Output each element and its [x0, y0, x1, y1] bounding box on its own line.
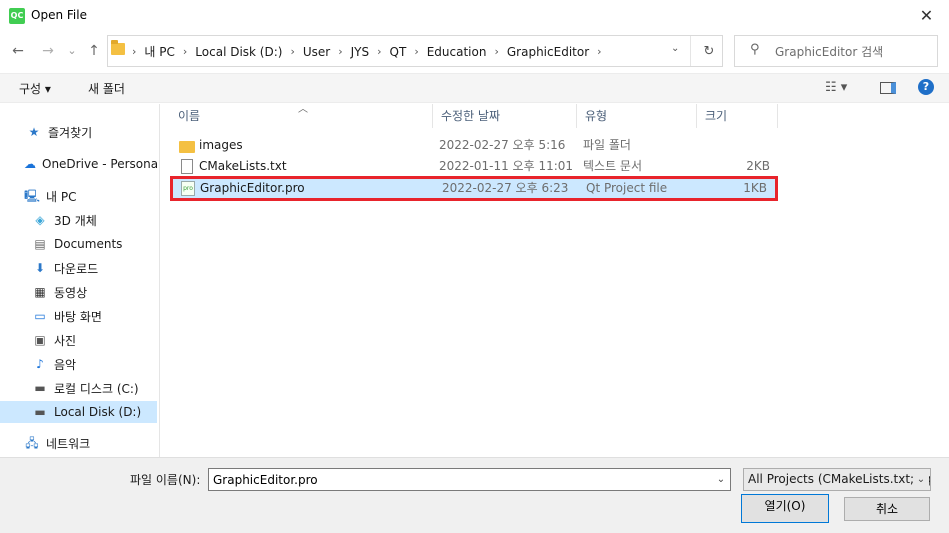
- chevron-down-icon[interactable]: ⌄: [913, 470, 929, 489]
- sidebar-item-onedrive[interactable]: ☁ OneDrive - Personal: [0, 153, 157, 175]
- chevron-down-icon[interactable]: ⌄: [712, 470, 730, 489]
- breadcrumb-item[interactable]: JYS: [351, 45, 370, 59]
- window-title: Open File: [31, 8, 87, 22]
- drive-icon: ▬: [34, 381, 46, 395]
- file-size: 2KB: [746, 159, 770, 173]
- help-icon[interactable]: ?: [918, 79, 934, 95]
- cube-icon: ◈: [35, 213, 45, 227]
- title-bar: [0, 0, 949, 32]
- sidebar-item-label: Documents: [54, 237, 123, 251]
- breadcrumb-item[interactable]: Local Disk (D:): [195, 45, 282, 59]
- sidebar-item-videos[interactable]: ▦ 동영상: [0, 281, 157, 303]
- sidebar-item-label: Local Disk (D:): [54, 405, 142, 419]
- sidebar-item-label: 즐겨찾기: [48, 125, 93, 140]
- sidebar-item-local-disk-c[interactable]: ▬ 로컬 디스크 (C:): [0, 377, 157, 399]
- star-icon: ★: [28, 125, 40, 139]
- divider: [690, 36, 691, 66]
- file-row[interactable]: images 2022-02-27 오후 5:16 파일 폴더: [172, 135, 776, 156]
- network-icon: 🖧: [25, 436, 39, 450]
- file-name: GraphicEditor.pro: [200, 181, 305, 195]
- close-icon[interactable]: ✕: [904, 0, 949, 32]
- file-size: 1KB: [743, 181, 767, 195]
- folder-icon: [111, 40, 125, 55]
- file-type: 파일 폴더: [583, 138, 631, 152]
- file-date: 2022-02-27 오후 5:16: [439, 138, 566, 152]
- sidebar-item-favorites[interactable]: ★ 즐겨찾기: [0, 121, 157, 143]
- column-header-date[interactable]: 수정한 날짜: [433, 104, 577, 128]
- column-header-type[interactable]: 유형: [577, 104, 697, 128]
- forward-arrow-icon[interactable]: →: [38, 41, 58, 61]
- sidebar-item-label: 동영상: [54, 285, 88, 300]
- new-folder-button[interactable]: 새 폴더: [88, 80, 125, 97]
- sidebar-item-label: 로컬 디스크 (C:): [54, 381, 139, 396]
- cloud-icon: ☁: [24, 157, 36, 171]
- file-name: images: [199, 138, 243, 152]
- breadcrumb-item[interactable]: QT: [390, 45, 407, 59]
- music-icon: ♪: [36, 357, 44, 371]
- column-header-size[interactable]: 크기: [697, 104, 778, 128]
- filename-label: 파일 이름(N):: [130, 473, 201, 487]
- view-options-icon[interactable]: ☷ ▾: [825, 80, 847, 95]
- filename-input[interactable]: [208, 468, 731, 491]
- pc-icon: 🖳: [24, 189, 41, 203]
- open-button[interactable]: 열기(O): [741, 494, 829, 523]
- file-name: CMakeLists.txt: [199, 159, 287, 173]
- sidebar-item-label: OneDrive - Personal: [42, 157, 157, 171]
- sidebar-item-local-disk-d[interactable]: ▬ Local Disk (D:): [0, 401, 157, 423]
- breadcrumb-item[interactable]: Education: [427, 45, 487, 59]
- search-icon: ⚲: [750, 42, 760, 57]
- sidebar-item-music[interactable]: ♪ 음악: [0, 353, 157, 375]
- text-file-icon: [181, 159, 193, 174]
- breadcrumb-item[interactable]: 내 PC: [144, 43, 174, 60]
- sidebar-item-label: 내 PC: [46, 189, 77, 204]
- organize-button[interactable]: 구성 ▾: [19, 80, 51, 97]
- download-icon: ⬇: [34, 261, 46, 275]
- sidebar-item-network[interactable]: 🖧 네트워크: [0, 432, 157, 454]
- document-icon: ▤: [34, 237, 46, 251]
- cancel-button[interactable]: 취소: [844, 497, 930, 521]
- sidebar-item-downloads[interactable]: ⬇ 다운로드: [0, 257, 157, 279]
- file-date: 2022-01-11 오후 11:01: [439, 159, 574, 173]
- folder-icon: [179, 140, 195, 153]
- column-header-name[interactable]: 이름: [170, 104, 433, 128]
- sidebar-item-label: 음악: [54, 357, 77, 372]
- navigation-pane: ★ 즐겨찾기 ☁ OneDrive - Personal 🖳 내 PC ◈ 3D…: [0, 104, 160, 457]
- picture-icon: ▣: [34, 333, 46, 347]
- sidebar-item-label: 다운로드: [54, 261, 99, 276]
- back-arrow-icon[interactable]: ←: [8, 41, 28, 61]
- sidebar-item-label: 3D 개체: [54, 213, 97, 228]
- video-icon: ▦: [34, 285, 46, 299]
- desktop-icon: ▭: [34, 309, 46, 323]
- file-row[interactable]: CMakeLists.txt 2022-01-11 오후 11:01 텍스트 문…: [172, 156, 776, 177]
- preview-pane-icon[interactable]: [880, 82, 896, 94]
- address-dropdown-icon[interactable]: ⌄: [671, 43, 685, 54]
- breadcrumb-item[interactable]: GraphicEditor: [507, 45, 589, 59]
- file-date: 2022-02-27 오후 6:23: [442, 181, 569, 195]
- recent-locations-icon[interactable]: ⌄: [62, 41, 82, 61]
- sidebar-item-this-pc[interactable]: 🖳 내 PC: [0, 185, 157, 207]
- file-type-filter[interactable]: All Projects (CMakeLists.txt;*.q: [743, 468, 931, 491]
- refresh-icon[interactable]: ↻: [697, 41, 721, 63]
- sidebar-item-label: 사진: [54, 333, 77, 348]
- qt-app-icon: QC: [9, 8, 25, 24]
- sidebar-item-label: 네트워크: [46, 436, 91, 451]
- sidebar-item-pictures[interactable]: ▣ 사진: [0, 329, 157, 351]
- breadcrumb: › 내 PC › Local Disk (D:) › User › JYS › …: [132, 43, 602, 60]
- file-row-selected[interactable]: pro GraphicEditor.pro 2022-02-27 오후 6:23…: [170, 176, 778, 201]
- sidebar-item-3d-objects[interactable]: ◈ 3D 개체: [0, 209, 157, 231]
- toolbar: [0, 73, 949, 103]
- drive-icon: ▬: [34, 405, 46, 419]
- sidebar-item-documents[interactable]: ▤ Documents: [0, 233, 157, 255]
- file-list-header: 이름 수정한 날짜 유형 크기: [170, 104, 778, 128]
- pro-file-icon: pro: [181, 181, 195, 196]
- sidebar-item-label: 바탕 화면: [54, 309, 102, 324]
- up-folder-icon[interactable]: ↑: [84, 41, 104, 61]
- file-type: Qt Project file: [586, 181, 668, 195]
- breadcrumb-item[interactable]: User: [303, 45, 330, 59]
- sidebar-item-desktop[interactable]: ▭ 바탕 화면: [0, 305, 157, 327]
- file-type: 텍스트 문서: [583, 159, 643, 173]
- search-placeholder: GraphicEditor 검색: [775, 45, 884, 59]
- file-size: [695, 135, 776, 156]
